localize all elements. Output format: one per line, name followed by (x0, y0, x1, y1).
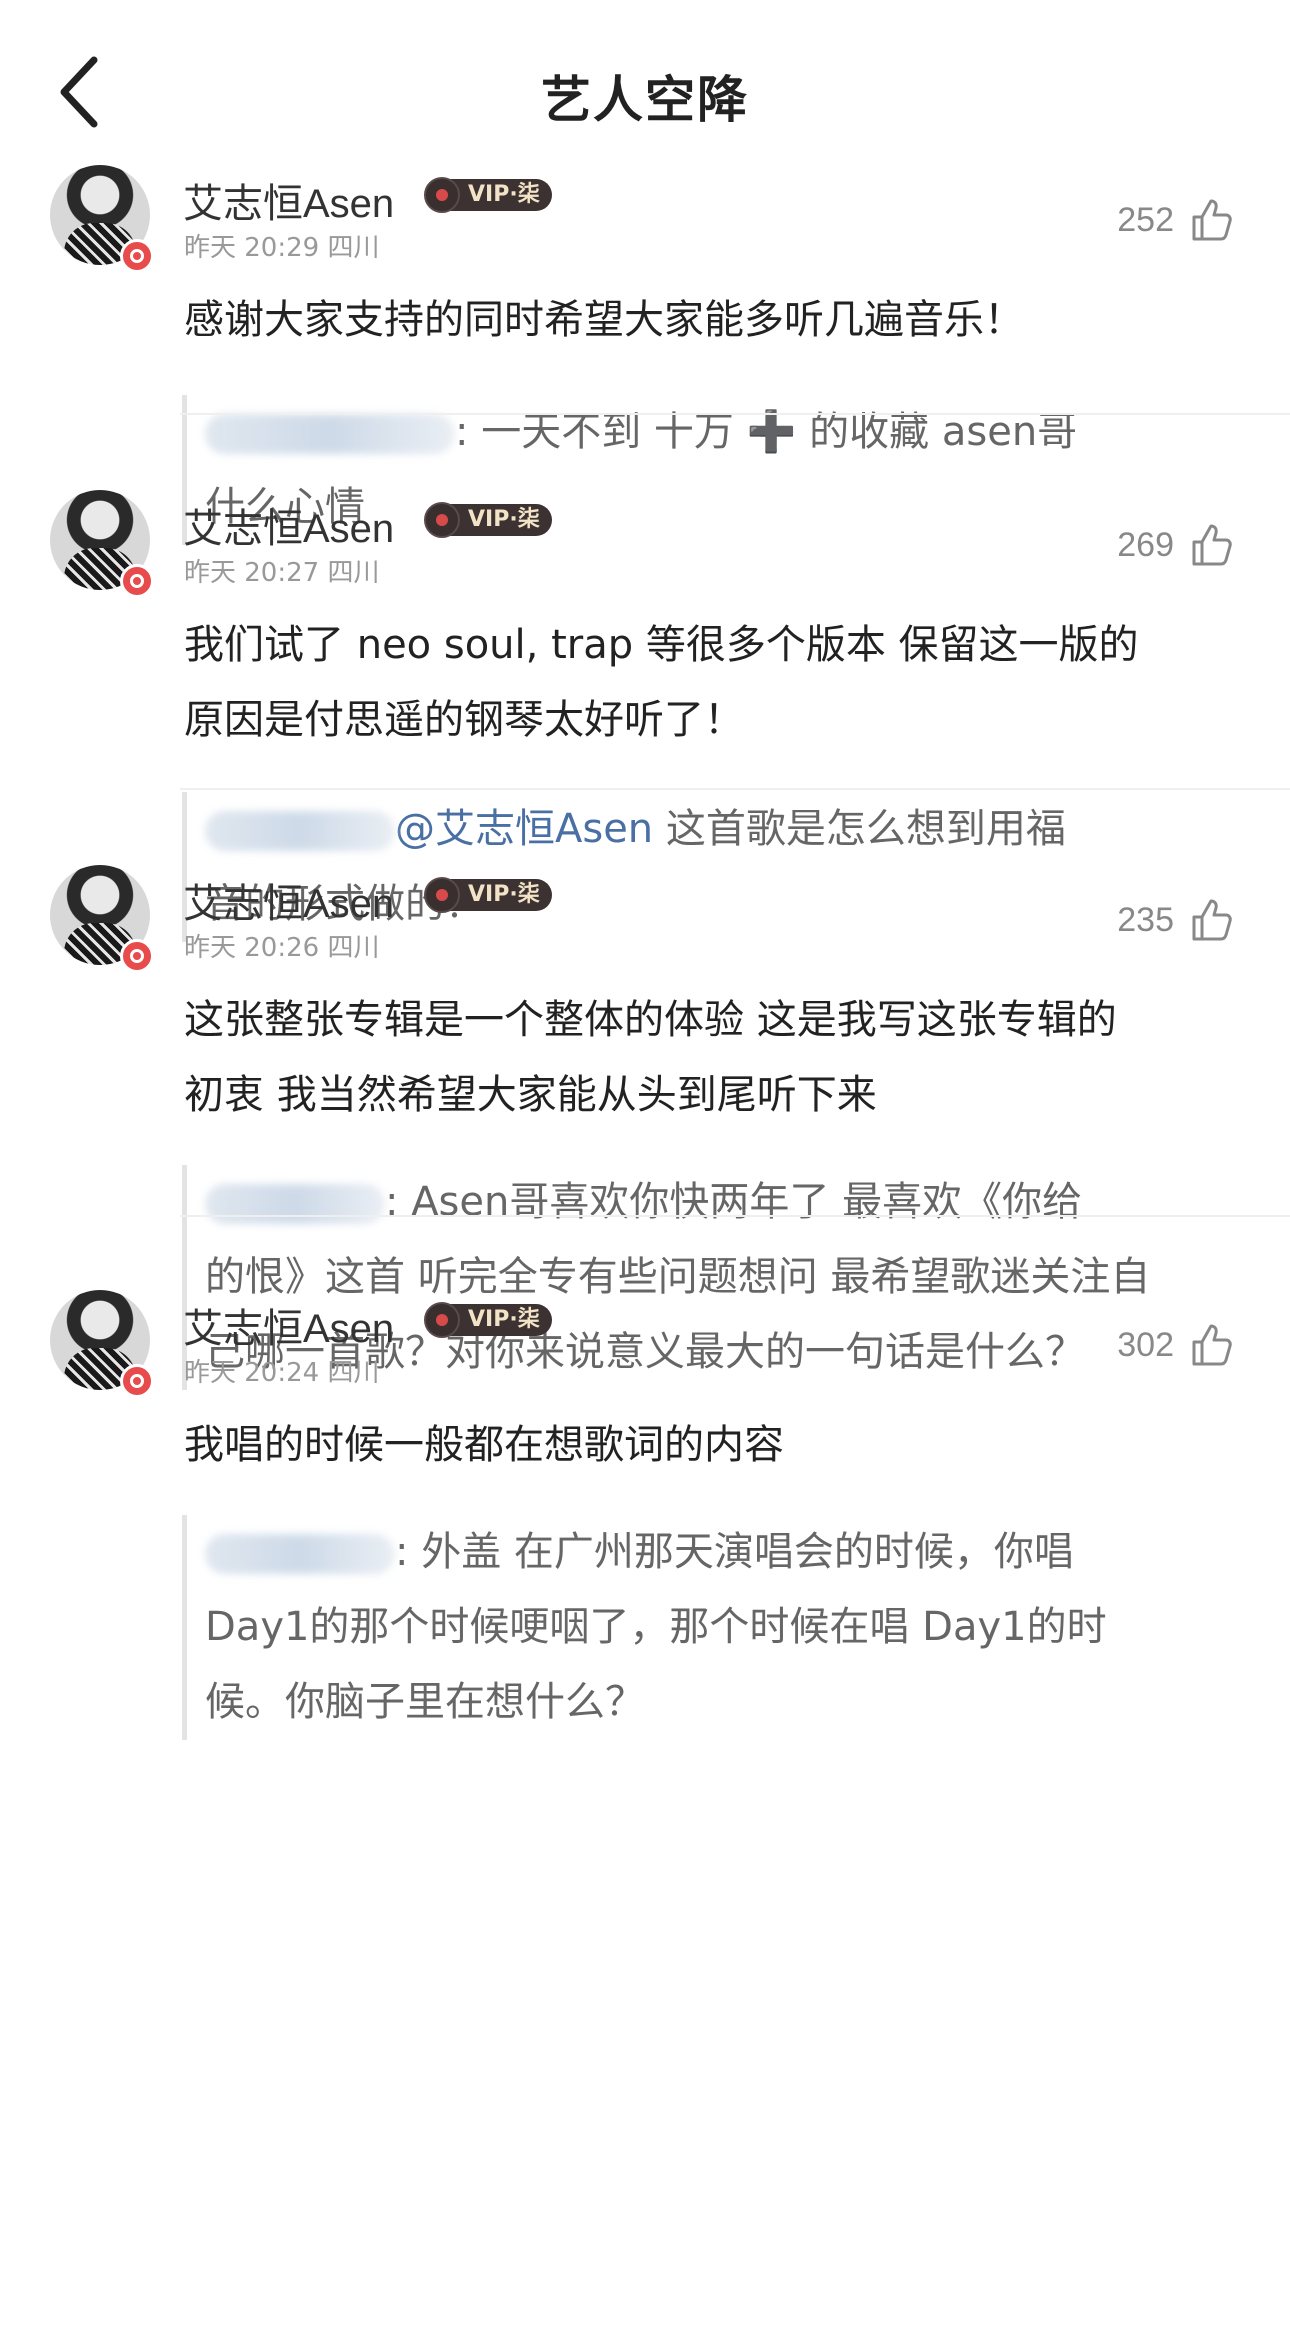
blurred-username (205, 414, 455, 454)
comment-meta: 昨天 20:27 四川 (184, 552, 379, 589)
vip-badge[interactable]: VIP·柒 (424, 877, 552, 913)
like-count: 302 (1117, 1325, 1174, 1364)
vinyl-disc-icon (424, 177, 460, 213)
mention-link[interactable]: @艾志恒Asen (395, 806, 653, 852)
page-title: 艺人空降 (541, 71, 749, 129)
divider (180, 788, 1290, 790)
thumbs-up-icon (1188, 520, 1238, 570)
comment-text: 我唱的时候一般都在想歌词的内容 (184, 1422, 784, 1468)
username[interactable]: 艾志恒Asen (183, 871, 394, 929)
username[interactable]: 艾志恒Asen (183, 1296, 394, 1354)
thumbs-up-icon (1188, 195, 1238, 245)
like-button[interactable]: 235 (1117, 895, 1238, 945)
vinyl-disc-icon (424, 502, 460, 538)
vinyl-disc-icon (424, 877, 460, 913)
comment-location: 四川 (327, 233, 380, 263)
divider (180, 1215, 1290, 1217)
comment-text: 我们试了 neo soul, trap 等很多个版本 保留这一版的 原因是付思遥… (184, 622, 1139, 743)
like-button[interactable]: 269 (1117, 520, 1238, 570)
blurred-username (205, 1534, 395, 1574)
comment-meta: 昨天 20:29 四川 (184, 227, 379, 264)
comment-time: 昨天 20:29 (184, 233, 320, 263)
vinyl-disc-icon (424, 1302, 460, 1338)
comment-meta: 昨天 20:26 四川 (184, 927, 379, 964)
musician-badge-icon (120, 1364, 154, 1398)
comment-text: 感谢大家支持的同时希望大家能多听几遍音乐！ (184, 297, 1024, 343)
username[interactable]: 艾志恒Asen (183, 496, 394, 554)
like-button[interactable]: 252 (1117, 195, 1238, 245)
vip-badge[interactable]: VIP·柒 (424, 502, 552, 538)
comment-time: 昨天 20:26 (184, 933, 320, 963)
thumbs-up-icon (1188, 895, 1238, 945)
like-count: 235 (1117, 900, 1174, 939)
comment-location: 四川 (327, 558, 380, 588)
comment-time: 昨天 20:24 (184, 1358, 320, 1388)
thumbs-up-icon (1188, 1320, 1238, 1370)
vip-badge[interactable]: VIP·柒 (424, 177, 552, 213)
vip-badge[interactable]: VIP·柒 (424, 1302, 552, 1338)
like-button[interactable]: 302 (1117, 1320, 1238, 1370)
comment-time: 昨天 20:27 (184, 558, 320, 588)
username[interactable]: 艾志恒Asen (183, 171, 394, 229)
musician-badge-icon (120, 564, 154, 598)
quoted-reply[interactable]: : 外盖 在广州那天演唱会的时候，你唱 Day1的那个时候哽咽了，那个时候在唱 … (182, 1515, 1265, 1740)
blurred-username (205, 811, 395, 851)
like-count: 269 (1117, 525, 1174, 564)
musician-badge-icon (120, 939, 154, 973)
comment-meta: 昨天 20:24 四川 (184, 1352, 379, 1389)
like-count: 252 (1117, 200, 1174, 239)
comment-text: 这张整张专辑是一个整体的体验 这是我写这张专辑的 初衷 我当然希望大家能从头到尾… (184, 997, 1117, 1118)
blurred-username (205, 1184, 385, 1224)
top-bar: 艺人空降 (0, 0, 1290, 170)
divider (180, 413, 1290, 415)
musician-badge-icon (120, 239, 154, 273)
comment-location: 四川 (327, 1358, 380, 1388)
comment-location: 四川 (327, 933, 380, 963)
